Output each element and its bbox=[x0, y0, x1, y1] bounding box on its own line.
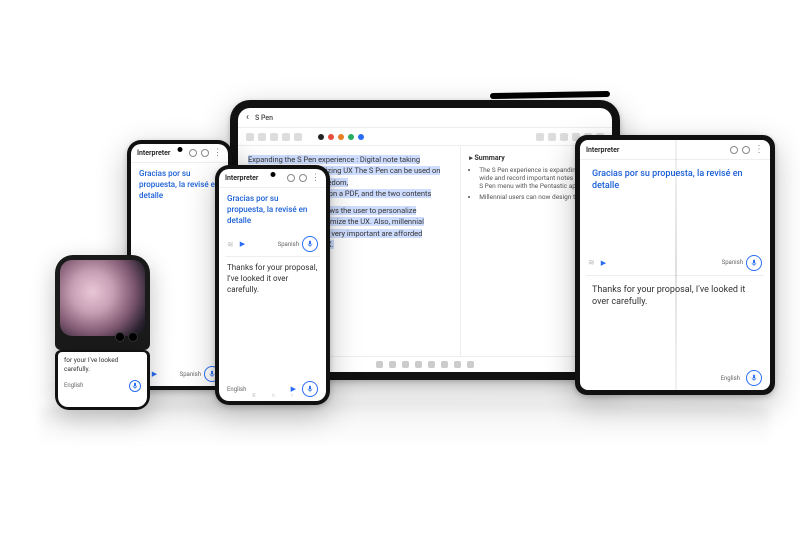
header-icon[interactable] bbox=[201, 149, 209, 157]
header-icon[interactable] bbox=[189, 149, 197, 157]
translated-text: Gracias por su propuesta, la revisé en d… bbox=[131, 163, 228, 207]
more-icon[interactable]: ⋮ bbox=[311, 173, 320, 183]
footer-tool-icon[interactable] bbox=[402, 361, 409, 368]
header-icon[interactable] bbox=[730, 146, 738, 154]
flip-lower-screen: for your I've looked carefully. English bbox=[58, 352, 147, 407]
footer-tool-icon[interactable] bbox=[428, 361, 435, 368]
camera-punch-hole bbox=[177, 147, 182, 152]
footer-tool-icon[interactable] bbox=[441, 361, 448, 368]
cover-screen-wallpaper bbox=[60, 260, 145, 336]
tool-icon[interactable] bbox=[282, 133, 290, 141]
back-icon[interactable]: ‹ bbox=[246, 112, 249, 123]
tool-icon[interactable] bbox=[270, 133, 278, 141]
source-language-pill[interactable]: Spanish bbox=[278, 236, 318, 252]
app-title: Interpreter bbox=[586, 146, 726, 154]
footer-tool-icon[interactable] bbox=[467, 361, 474, 368]
header-icon[interactable] bbox=[287, 174, 295, 182]
source-language-pill[interactable]: Spanish bbox=[722, 255, 762, 271]
footer-tool-icon[interactable] bbox=[415, 361, 422, 368]
s-pen-stylus bbox=[490, 91, 610, 99]
waveform-icon[interactable]: ≋ bbox=[588, 258, 595, 267]
play-icon[interactable]: ▶ bbox=[152, 370, 157, 378]
target-language-pill[interactable]: English bbox=[64, 382, 83, 389]
android-nav-bar: ≡ ○ ‹ bbox=[219, 391, 326, 399]
note-title: S Pen bbox=[255, 114, 273, 122]
pen-color-orange[interactable] bbox=[338, 134, 344, 140]
mic-button[interactable] bbox=[746, 370, 762, 386]
reflection bbox=[40, 400, 770, 470]
source-controls: ≋ ▶ Spanish bbox=[219, 232, 326, 256]
source-language-pill[interactable]: Spanish bbox=[180, 366, 220, 382]
waveform-icon[interactable]: ≋ bbox=[227, 240, 234, 249]
flip-phone-cover bbox=[55, 255, 150, 350]
more-icon[interactable]: ⋮ bbox=[213, 148, 222, 158]
product-lineup-stage: ‹ S Pen bbox=[0, 0, 800, 533]
more-icon[interactable]: ⋮ bbox=[754, 144, 764, 155]
flip-phone-lower: for your I've looked carefully. English bbox=[55, 350, 150, 410]
play-icon[interactable]: ▶ bbox=[601, 259, 606, 267]
camera-punch-hole bbox=[270, 172, 275, 177]
tablet-title-bar: ‹ S Pen bbox=[238, 108, 612, 128]
tool-icon[interactable] bbox=[548, 133, 556, 141]
header-icon[interactable] bbox=[299, 174, 307, 182]
language-label: English bbox=[721, 375, 740, 382]
language-label: Spanish bbox=[722, 259, 743, 266]
pen-color-red[interactable] bbox=[328, 134, 334, 140]
footer-tool-icon[interactable] bbox=[454, 361, 461, 368]
home-icon[interactable]: ○ bbox=[272, 392, 276, 399]
pen-color-black[interactable] bbox=[318, 134, 324, 140]
fold-phone-device: Interpreter ⋮ Gracias por su propuesta, … bbox=[575, 135, 775, 395]
header-icon[interactable] bbox=[742, 146, 750, 154]
language-label: English bbox=[64, 382, 83, 389]
phone-screen: Interpreter ⋮ Gracias por su propuesta, … bbox=[219, 169, 326, 401]
pen-color-green[interactable] bbox=[348, 134, 354, 140]
mic-button[interactable] bbox=[746, 255, 762, 271]
tool-icon[interactable] bbox=[560, 133, 568, 141]
fold-crease bbox=[675, 140, 677, 390]
pen-color-blue[interactable] bbox=[358, 134, 364, 140]
tool-icon[interactable] bbox=[246, 133, 254, 141]
phone-device: Interpreter ⋮ Gracias por su propuesta, … bbox=[215, 165, 330, 405]
language-label: Spanish bbox=[278, 241, 299, 248]
tablet-toolbar bbox=[238, 128, 612, 146]
tool-icon[interactable] bbox=[536, 133, 544, 141]
translated-text: Gracias por su propuesta, la revisé en d… bbox=[219, 188, 326, 232]
original-text: Thanks for your proposal, I've looked it… bbox=[219, 257, 326, 301]
tool-icon[interactable] bbox=[294, 133, 302, 141]
play-icon[interactable]: ▶ bbox=[240, 240, 245, 248]
original-text-partial: for your I've looked carefully. bbox=[58, 352, 147, 378]
language-label: Spanish bbox=[180, 371, 201, 378]
footer-tool-icon[interactable] bbox=[389, 361, 396, 368]
target-controls: English bbox=[58, 378, 147, 394]
mic-button[interactable] bbox=[129, 380, 141, 392]
back-nav-icon[interactable]: ‹ bbox=[291, 392, 293, 399]
flip-camera-module bbox=[115, 332, 138, 342]
footer-tool-icon[interactable] bbox=[376, 361, 383, 368]
recents-icon[interactable]: ≡ bbox=[252, 392, 256, 399]
mic-button[interactable] bbox=[302, 236, 318, 252]
tool-icon[interactable] bbox=[258, 133, 266, 141]
